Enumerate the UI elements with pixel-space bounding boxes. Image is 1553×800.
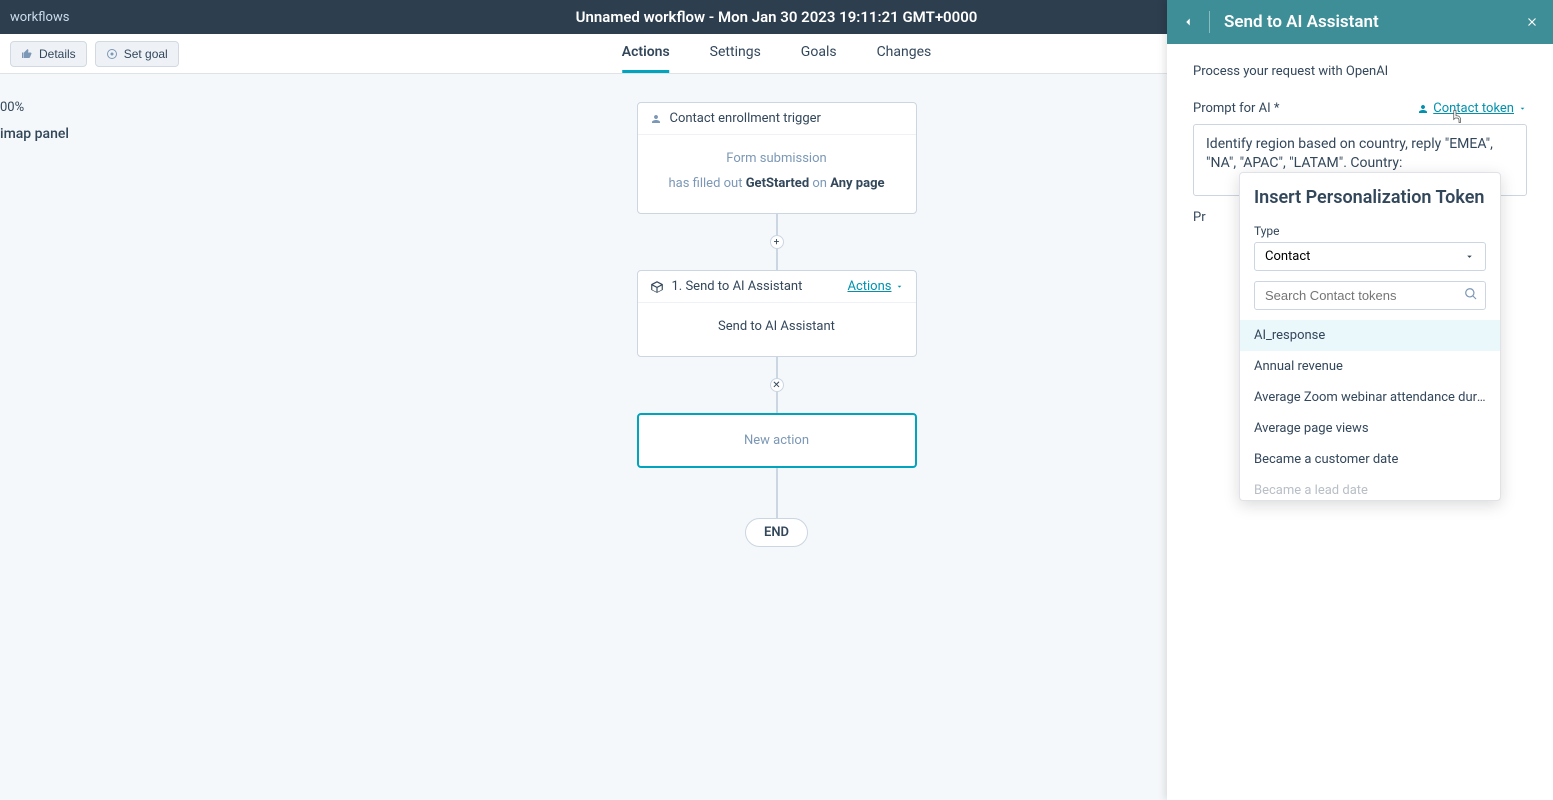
- end-node: END: [745, 518, 808, 547]
- action-card-1[interactable]: 1. Send to AI Assistant Actions Send to …: [637, 270, 917, 357]
- back-icon[interactable]: [1181, 15, 1195, 29]
- target-icon: [106, 48, 118, 60]
- action-card-index: 1. Send to AI Assistant: [672, 279, 803, 294]
- zoom-level: 00%: [0, 100, 24, 115]
- token-item[interactable]: AI_response: [1240, 320, 1500, 351]
- divider: [1209, 11, 1210, 33]
- details-button[interactable]: Details: [10, 41, 87, 67]
- token-item[interactable]: Became a customer date: [1240, 444, 1500, 475]
- token-type-select[interactable]: Contact: [1254, 242, 1486, 271]
- prompt-field-label: Prompt for AI *: [1193, 101, 1279, 116]
- contact-icon: [650, 113, 662, 125]
- tab-changes[interactable]: Changes: [877, 34, 932, 73]
- new-action-placeholder[interactable]: New action: [637, 413, 917, 468]
- tab-goals[interactable]: Goals: [801, 34, 837, 73]
- minimap-panel-label: imap panel: [0, 126, 69, 142]
- action-card-menu[interactable]: Actions: [847, 279, 903, 294]
- action-card-header: 1. Send to AI Assistant Actions: [638, 271, 916, 303]
- connector-line: [776, 468, 778, 518]
- add-action-button[interactable]: +: [770, 235, 784, 249]
- cube-icon: [650, 280, 664, 294]
- trigger-card-body: Form submission has filled out GetStarte…: [638, 135, 916, 213]
- token-item[interactable]: Average Zoom webinar attendance durat…: [1240, 382, 1500, 413]
- cursor-pointer-icon: [1447, 108, 1465, 128]
- popover-type-label: Type: [1254, 224, 1486, 238]
- workflow-title: Unnamed workflow - Mon Jan 30 2023 19:11…: [576, 8, 978, 26]
- chevron-down-icon: [895, 282, 904, 291]
- thumb-icon: [21, 48, 33, 60]
- token-item[interactable]: Annual revenue: [1240, 351, 1500, 382]
- action-card-body: Send to AI Assistant: [638, 303, 916, 356]
- contact-token-link[interactable]: Contact token: [1417, 101, 1527, 116]
- connector-line: [776, 214, 778, 236]
- token-item[interactable]: Became a lead date: [1240, 475, 1500, 500]
- side-panel-title: Send to AI Assistant: [1224, 12, 1511, 32]
- search-icon: [1464, 287, 1478, 301]
- set-goal-button-label: Set goal: [124, 47, 168, 61]
- close-icon[interactable]: [1525, 15, 1539, 29]
- chevron-down-icon: [1464, 251, 1475, 262]
- details-button-label: Details: [39, 47, 76, 61]
- connector-line: [776, 391, 778, 413]
- remove-action-button[interactable]: ✕: [770, 378, 784, 392]
- token-search-input[interactable]: [1254, 281, 1486, 310]
- nav-tabs: Actions Settings Goals Changes: [622, 34, 932, 73]
- token-item[interactable]: Average page views: [1240, 413, 1500, 444]
- tab-actions[interactable]: Actions: [622, 34, 670, 73]
- trigger-card-title: Contact enrollment trigger: [670, 111, 821, 126]
- token-popover: Insert Personalization Token Type Contac…: [1239, 172, 1501, 501]
- process-description: Process your request with OpenAI: [1193, 64, 1527, 79]
- flow-column: Contact enrollment trigger Form submissi…: [637, 102, 917, 547]
- contact-icon: [1417, 103, 1429, 115]
- workflows-back-link[interactable]: workflows: [10, 10, 69, 25]
- side-panel-header: Send to AI Assistant: [1167, 0, 1553, 44]
- connector-line: [776, 357, 778, 379]
- trigger-card-header: Contact enrollment trigger: [638, 103, 916, 135]
- chevron-down-icon: [1518, 104, 1527, 113]
- popover-title: Insert Personalization Token: [1254, 187, 1486, 210]
- token-list: AI_response Annual revenue Average Zoom …: [1240, 320, 1500, 500]
- set-goal-button[interactable]: Set goal: [95, 41, 179, 67]
- token-search-wrap: [1254, 281, 1486, 310]
- tab-settings[interactable]: Settings: [710, 34, 761, 73]
- trigger-form-submission: Form submission: [654, 151, 900, 166]
- trigger-description: has filled out GetStarted on Any page: [654, 176, 900, 191]
- trigger-card[interactable]: Contact enrollment trigger Form submissi…: [637, 102, 917, 214]
- token-type-value: Contact: [1265, 249, 1310, 264]
- connector-line: [776, 248, 778, 270]
